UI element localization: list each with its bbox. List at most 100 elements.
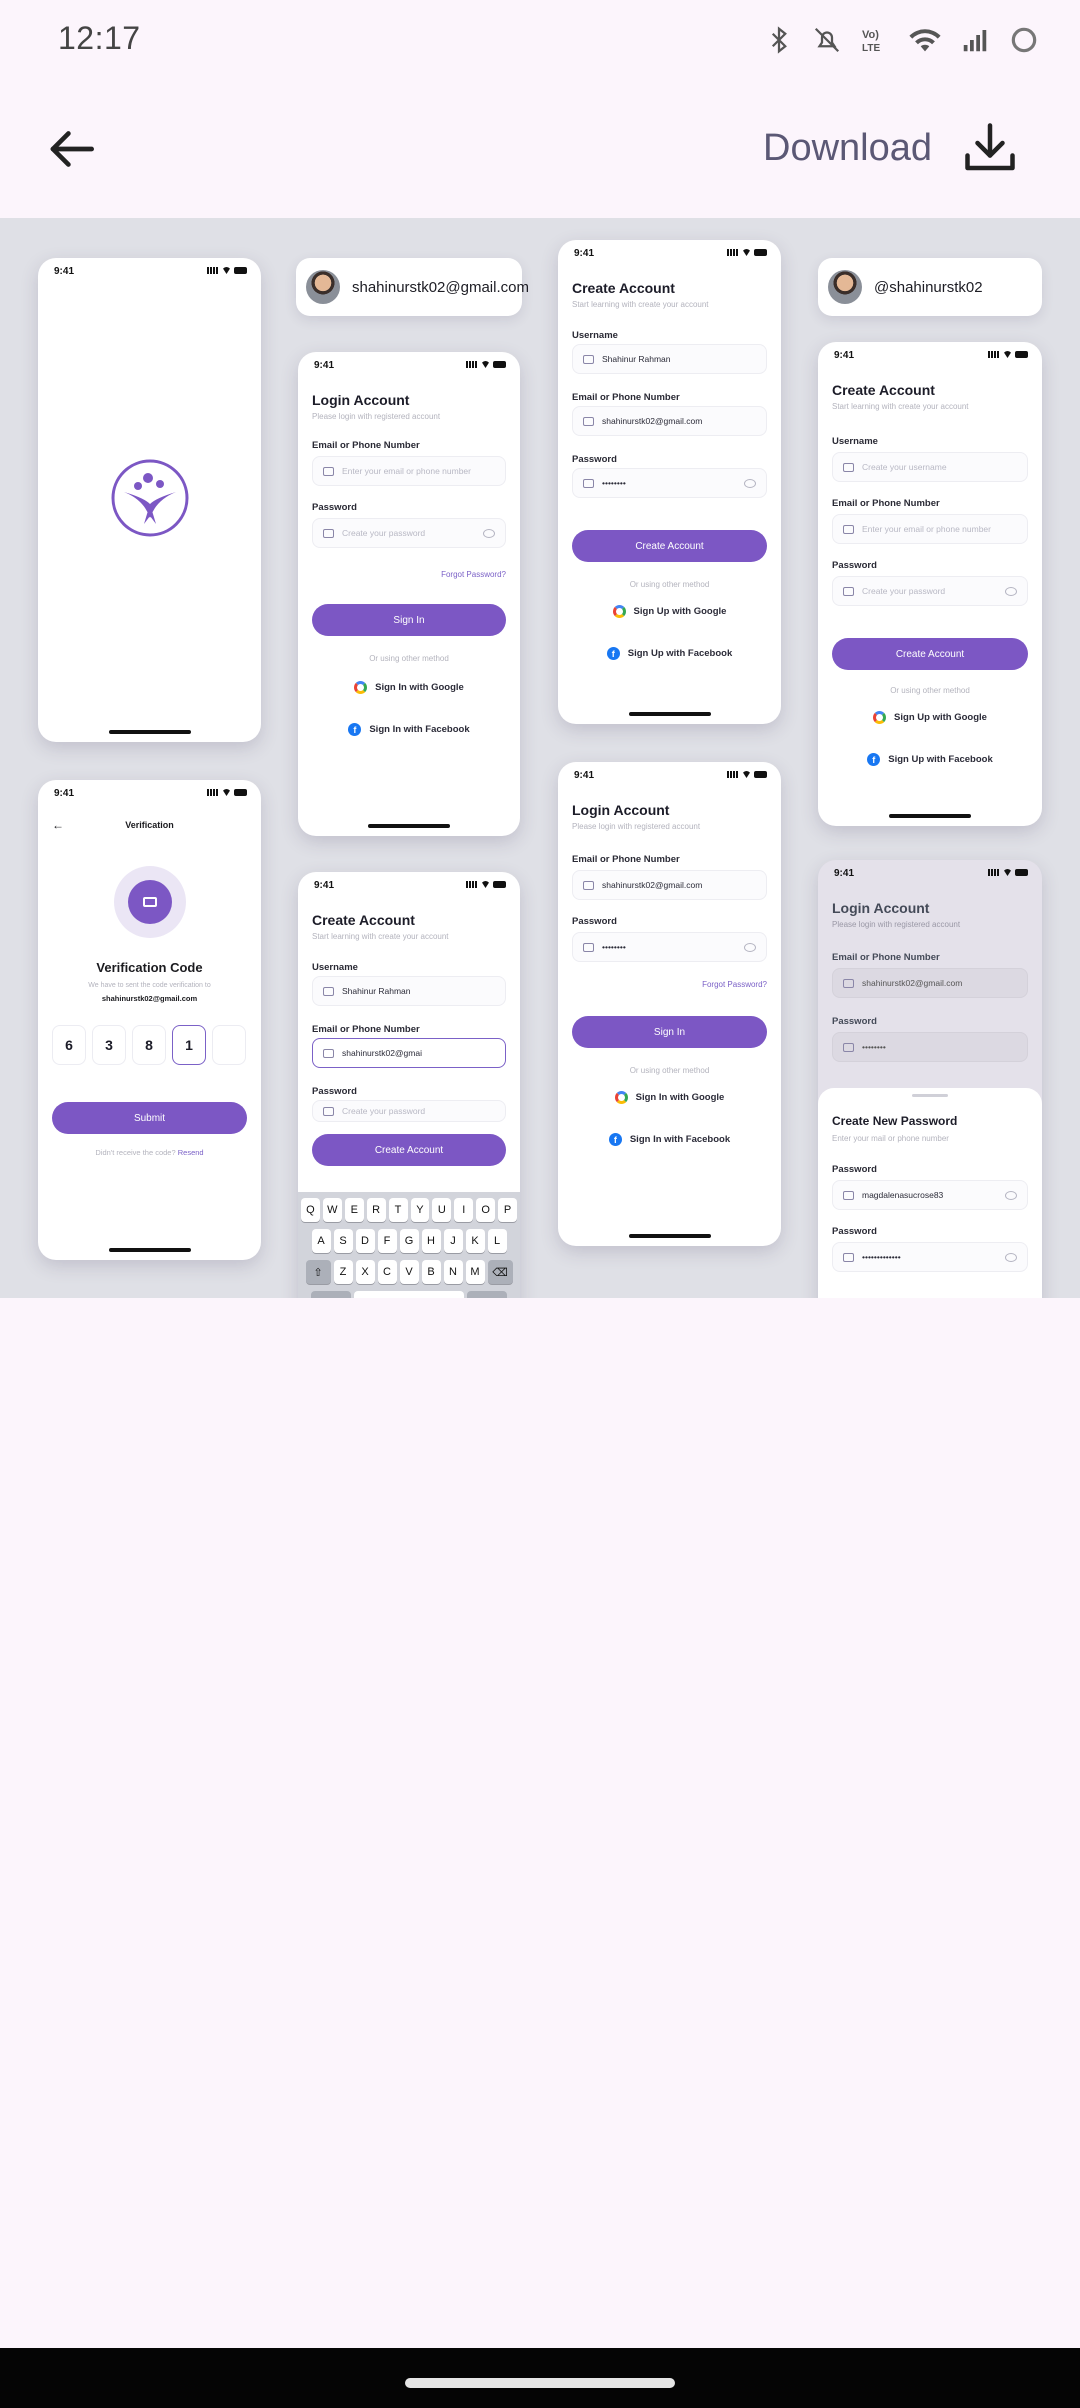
forgot-password-link[interactable]: Forgot Password? <box>702 980 767 989</box>
image-preview[interactable]: 9:41 9:41 ← Verification Verification Co… <box>0 218 1080 1298</box>
email-value: shahinurstk02@gmail.com <box>862 978 963 988</box>
key-w[interactable]: W <box>322 1198 342 1222</box>
home-indicator <box>108 1248 191 1252</box>
google-sign-up-button[interactable]: Sign Up with Google <box>832 702 1028 732</box>
confirm-password-field[interactable]: ••••••••••••• <box>832 1242 1028 1272</box>
otp-digit[interactable]: 8 <box>132 1025 166 1065</box>
mock-create-empty-screen: 9:41 Create Account Start learning with … <box>818 342 1042 826</box>
key-m[interactable]: M <box>465 1260 485 1284</box>
key-e[interactable]: E <box>344 1198 364 1222</box>
username-label: Username <box>832 436 878 447</box>
google-icon <box>612 604 626 618</box>
gesture-handle[interactable] <box>405 2378 675 2388</box>
username-field[interactable]: Create your username <box>832 452 1028 482</box>
eye-icon[interactable] <box>483 529 495 538</box>
key-p[interactable]: P <box>498 1198 518 1222</box>
facebook-sign-in-button[interactable]: f Sign In with Facebook <box>572 1124 767 1154</box>
eye-icon[interactable] <box>1005 587 1017 596</box>
key-go[interactable]: Go <box>467 1291 507 1298</box>
email-field[interactable]: shahinurstk02@gmail.com <box>572 406 767 436</box>
key-b[interactable]: B <box>421 1260 441 1284</box>
eye-icon[interactable] <box>1005 1253 1017 1262</box>
key-t[interactable]: T <box>388 1198 408 1222</box>
key-backspace[interactable]: ⌫ <box>487 1260 513 1284</box>
email-label: Email or Phone Number <box>312 440 420 451</box>
password-field[interactable]: •••••••• <box>572 932 767 962</box>
key-i[interactable]: I <box>454 1198 474 1222</box>
otp-digit-empty[interactable] <box>212 1025 246 1065</box>
avatar <box>306 270 340 304</box>
key-h[interactable]: H <box>421 1229 441 1253</box>
submit-button[interactable]: Submit <box>52 1102 247 1134</box>
eye-off-icon[interactable] <box>744 479 756 488</box>
new-password-field[interactable]: magdalenasucrose83 <box>832 1180 1028 1210</box>
username-field[interactable]: Shahinur Rahman <box>312 976 506 1006</box>
create-account-button[interactable]: Create Account <box>572 530 767 562</box>
back-button[interactable] <box>40 118 102 180</box>
sign-in-button[interactable]: Sign In <box>312 604 506 636</box>
google-sign-in-button[interactable]: Sign In with Google <box>572 1082 767 1112</box>
svg-text:LTE: LTE <box>862 43 880 54</box>
key-q[interactable]: Q <box>300 1198 320 1222</box>
eye-off-icon[interactable] <box>1005 1191 1017 1200</box>
key-shift[interactable]: ⇧ <box>305 1260 331 1284</box>
mock-login-filled-screen: 9:41 Login Account Please login with reg… <box>558 762 781 1246</box>
password-field[interactable]: •••••••• <box>572 468 767 498</box>
otp-digit[interactable]: 3 <box>92 1025 126 1065</box>
google-sign-in-button[interactable]: Sign In with Google <box>312 672 506 702</box>
key-g[interactable]: G <box>399 1229 419 1253</box>
key-c[interactable]: C <box>377 1260 397 1284</box>
key-l[interactable]: L <box>487 1229 507 1253</box>
email-field[interactable]: shahinurstk02@gmail.com <box>572 870 767 900</box>
mock-create-filled-screen: 9:41 Create Account Start learning with … <box>558 240 781 724</box>
key-k[interactable]: K <box>465 1229 485 1253</box>
resend-link[interactable]: Resend <box>178 1148 204 1157</box>
key-d[interactable]: D <box>355 1229 375 1253</box>
facebook-sign-in-button[interactable]: f Sign In with Facebook <box>312 714 506 744</box>
create-account-button[interactable]: Create Account <box>832 638 1028 670</box>
key-r[interactable]: R <box>366 1198 386 1222</box>
keyboard: QWERTYUIOP ASDFGHJKL ⇧ZXCVBNM⌫ 123 space… <box>298 1192 520 1298</box>
create-title: Create Account <box>312 912 415 928</box>
key-s[interactable]: S <box>333 1229 353 1253</box>
key-z[interactable]: Z <box>333 1260 353 1284</box>
key-x[interactable]: X <box>355 1260 375 1284</box>
password-field[interactable]: Create your password <box>312 518 506 548</box>
password-field: •••••••• <box>832 1032 1028 1062</box>
facebook-icon: f <box>348 722 362 736</box>
keyboard-row: ASDFGHJKL <box>301 1229 517 1253</box>
key-o[interactable]: O <box>476 1198 496 1222</box>
password-field[interactable]: Create your password <box>832 576 1028 606</box>
facebook-sign-up-button[interactable]: f Sign Up with Facebook <box>832 744 1028 774</box>
email-field[interactable]: Enter your email or phone number <box>312 456 506 486</box>
eye-off-icon[interactable] <box>744 943 756 952</box>
key-123[interactable]: 123 <box>311 1291 351 1298</box>
otp-digit[interactable]: 6 <box>52 1025 86 1065</box>
mock-status-icons <box>727 771 767 778</box>
mock-status-icons <box>466 361 506 368</box>
key-n[interactable]: N <box>443 1260 463 1284</box>
confirm-password-value: ••••••••••••• <box>862 1252 901 1262</box>
key-space[interactable]: space <box>354 1291 464 1298</box>
key-j[interactable]: J <box>443 1229 463 1253</box>
key-f[interactable]: F <box>377 1229 397 1253</box>
download-button[interactable]: Download <box>763 118 1020 178</box>
username-value: Shahinur Rahman <box>342 986 411 996</box>
create-account-button[interactable]: Create Account <box>312 1134 506 1166</box>
facebook-icon: f <box>608 1132 622 1146</box>
forgot-password-link[interactable]: Forgot Password? <box>441 570 506 579</box>
email-chip: shahinurstk02@gmail.com <box>296 258 529 316</box>
key-v[interactable]: V <box>399 1260 419 1284</box>
sign-in-button[interactable]: Sign In <box>572 1016 767 1048</box>
email-field[interactable]: Enter your email or phone number <box>832 514 1028 544</box>
key-a[interactable]: A <box>311 1229 331 1253</box>
otp-digit[interactable]: 1 <box>172 1025 206 1065</box>
status-bar: 12:17 Vo) LTE <box>0 0 1080 80</box>
email-field[interactable]: shahinurstk02@gmai <box>312 1038 506 1068</box>
key-u[interactable]: U <box>432 1198 452 1222</box>
key-y[interactable]: Y <box>410 1198 430 1222</box>
facebook-sign-up-button[interactable]: f Sign Up with Facebook <box>572 638 767 668</box>
username-field[interactable]: Shahinur Rahman <box>572 344 767 374</box>
google-sign-up-button[interactable]: Sign Up with Google <box>572 596 767 626</box>
password-field[interactable]: Create your password <box>312 1100 506 1122</box>
